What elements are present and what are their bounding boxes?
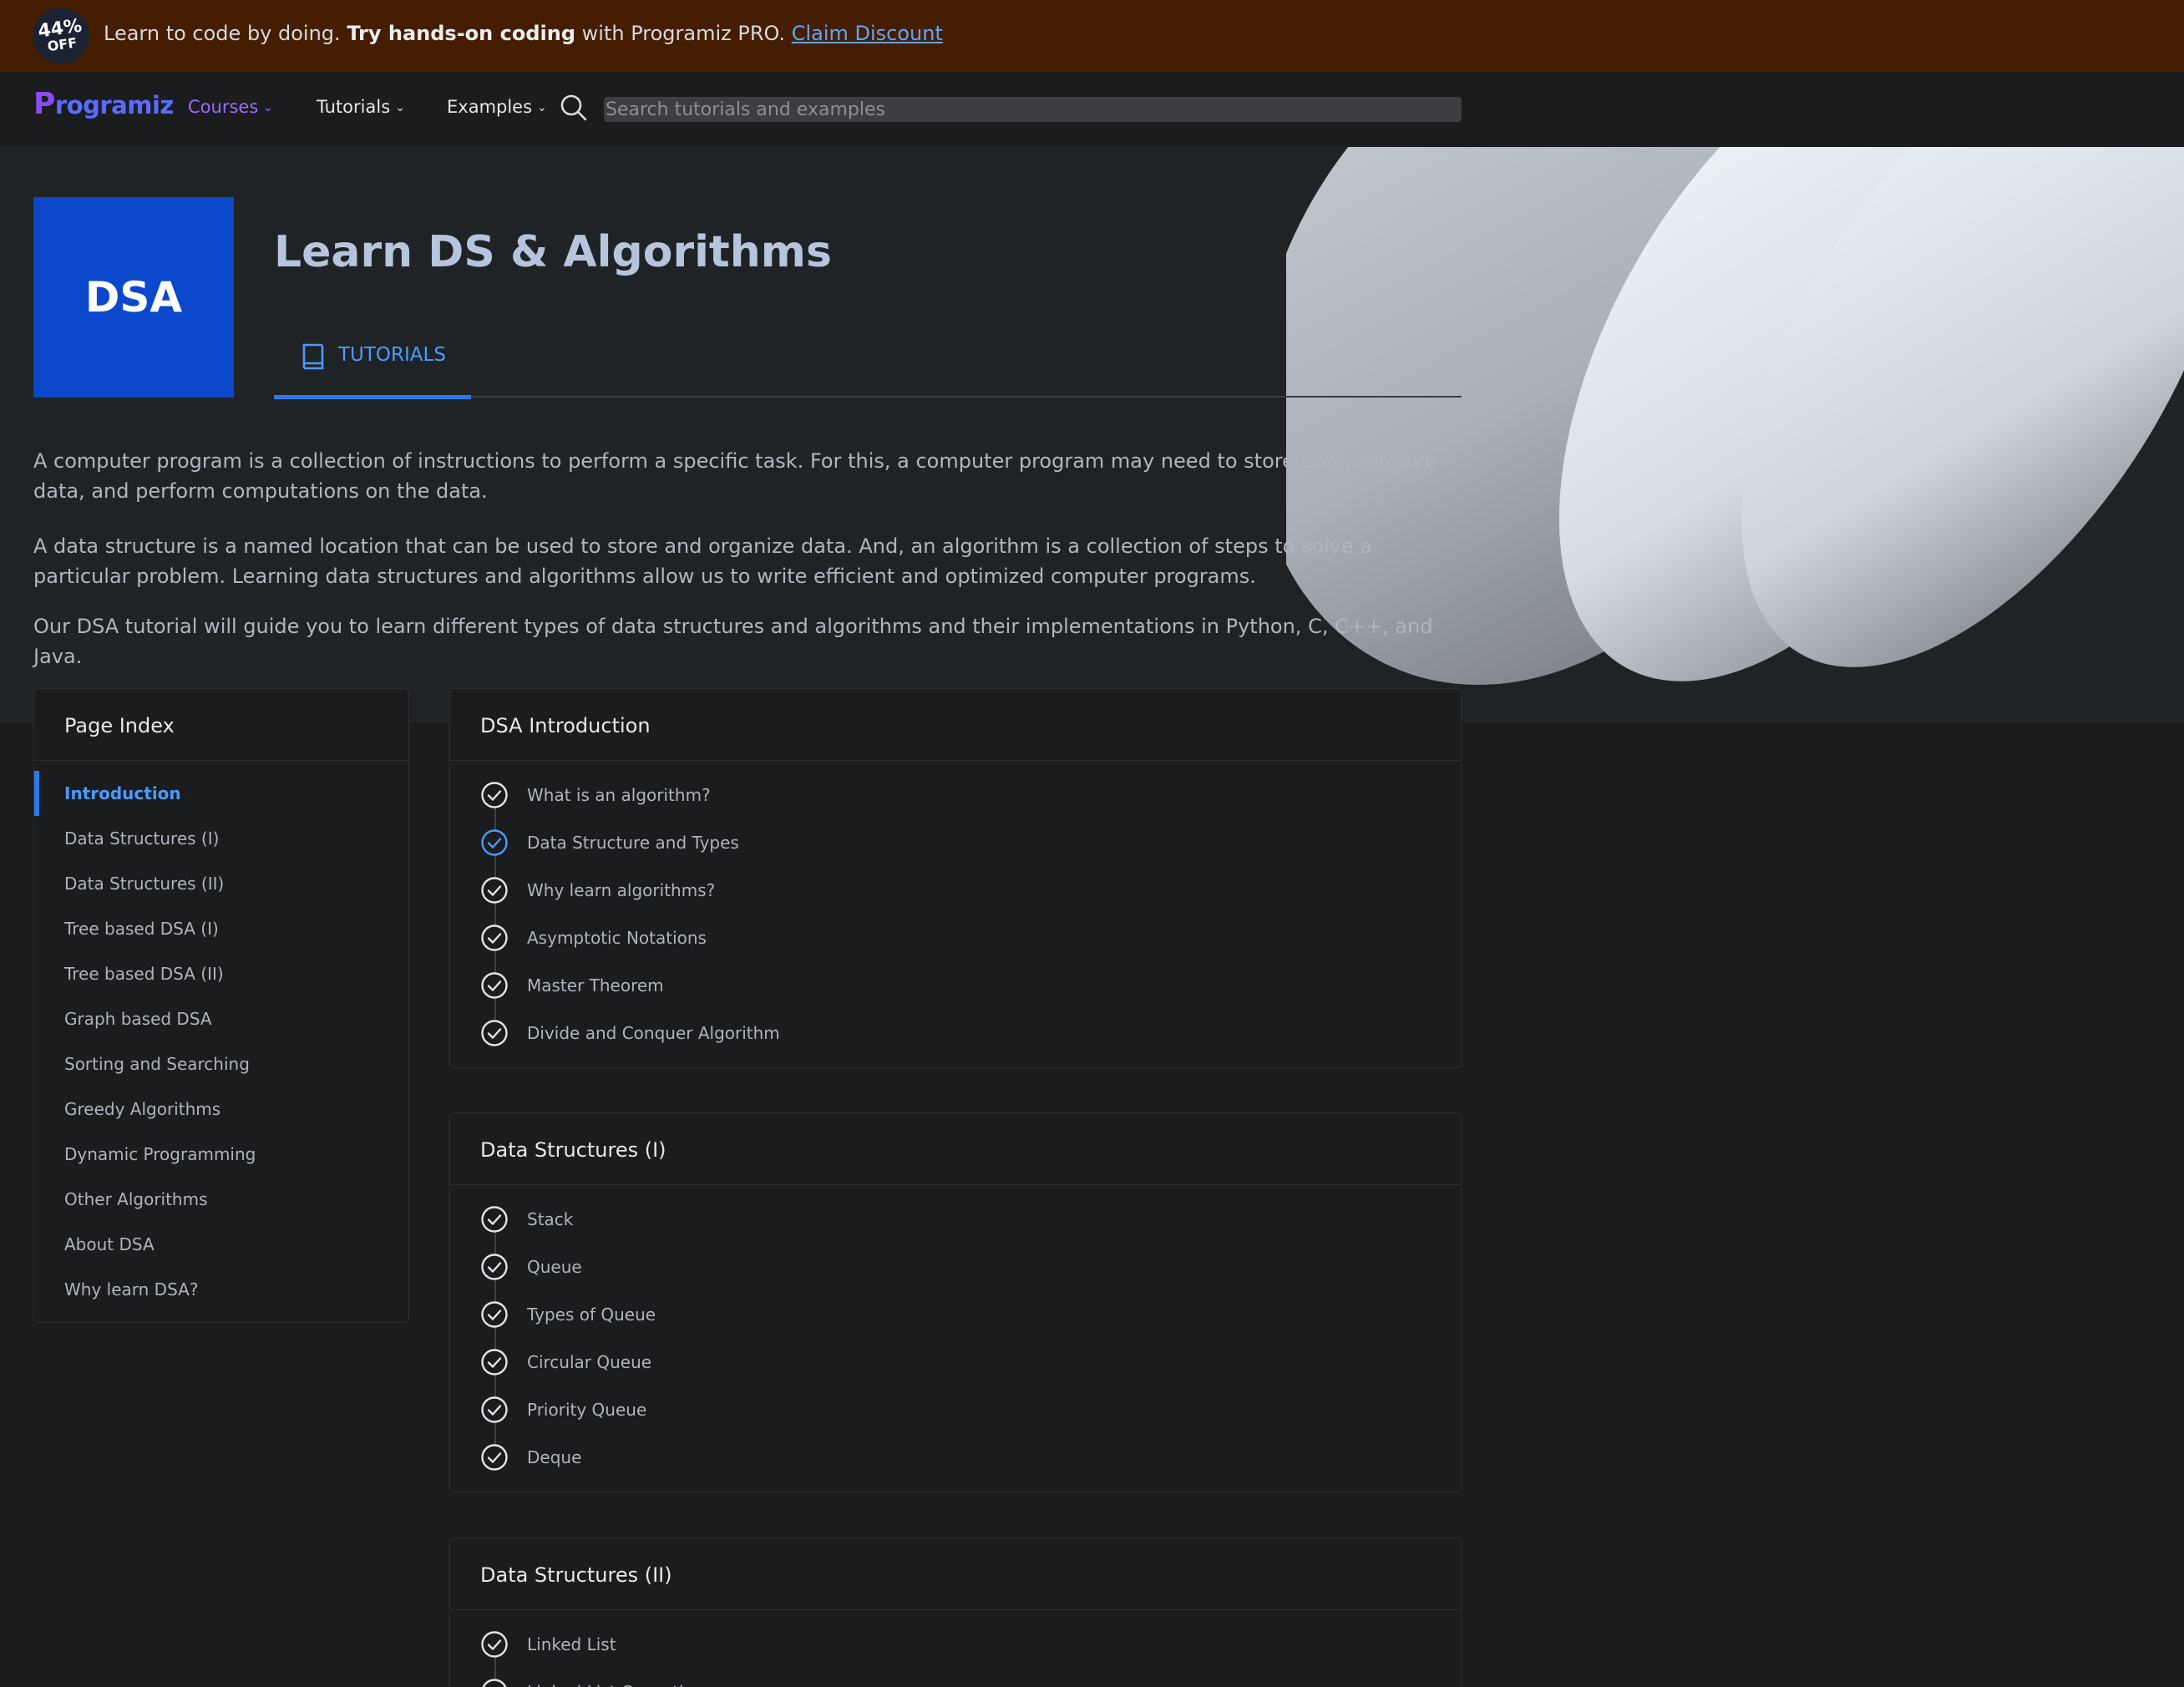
topic-link-types-of-queue[interactable]: Types of Queue — [450, 1290, 1461, 1338]
intro-paragraph-3: Our DSA tutorial will guide you to learn… — [33, 615, 1433, 668]
sidebar-item-dynamic-programming[interactable]: Dynamic Programming — [34, 1132, 408, 1177]
sidebar-item-greedy-algorithms[interactable]: Greedy Algorithms — [34, 1087, 408, 1132]
section-topic-list: Stack Queue Types of Queue Circular Queue Pr… — [450, 1185, 1461, 1481]
top-nav: Programiz Courses ⌄ Tutorials ⌄ Examples ⌄ — [0, 72, 2184, 147]
page-title: Learn DS & Algorithms — [274, 227, 832, 277]
page-index-list: Introduction Data Structures (I) Data Stru… — [34, 761, 408, 1312]
topic-link-why-learn-algorithms[interactable]: Why learn algorithms? — [450, 866, 1461, 914]
topic-label: Why learn algorithms? — [527, 879, 716, 900]
topic-label: Divide and Conquer Algorithm — [527, 1022, 780, 1043]
nav-courses-label: Courses — [188, 97, 259, 117]
promo-text-bold: Try hands-on coding — [347, 22, 575, 45]
promo-banner: 44% OFF Learn to code by doing. Try hand… — [0, 0, 2184, 72]
topic-link-deque[interactable]: Deque — [450, 1433, 1461, 1481]
topic-link-circular-queue[interactable]: Circular Queue — [450, 1338, 1461, 1386]
section-title: Data Structures (I) — [450, 1113, 1461, 1185]
sidebar-item-tree-based-dsa-i[interactable]: Tree based DSA (I) — [34, 906, 408, 951]
nav-courses[interactable]: Courses ⌄ — [188, 97, 273, 117]
logo-p: P — [33, 87, 55, 121]
check-circle-icon — [481, 971, 508, 999]
nav-examples[interactable]: Examples ⌄ — [447, 97, 547, 117]
topic-link-linked-list[interactable]: Linked List — [450, 1620, 1461, 1668]
page-index-sidebar: Page Index Introduction Data Structures (… — [33, 688, 409, 1323]
discount-badge-off: OFF — [46, 34, 79, 55]
sidebar-item-why-learn-dsa[interactable]: Why learn DSA? — [34, 1267, 408, 1312]
topic-label: Master Theorem — [527, 975, 664, 995]
search-icon[interactable] — [560, 94, 588, 122]
sidebar-item-graph-based-dsa[interactable]: Graph based DSA — [34, 996, 408, 1041]
topic-link-queue[interactable]: Queue — [450, 1243, 1461, 1290]
check-circle-icon — [481, 781, 508, 808]
topic-label: Queue — [527, 1256, 582, 1277]
check-circle-icon — [481, 1348, 508, 1375]
search-input[interactable] — [604, 97, 1462, 122]
chevron-down-icon: ⌄ — [537, 101, 547, 114]
topic-link-what-is-an-algorithm[interactable]: What is an algorithm? — [450, 771, 1461, 818]
topic-link-priority-queue[interactable]: Priority Queue — [450, 1386, 1461, 1433]
logo-text: rogramiz — [54, 91, 174, 119]
promo-text: Learn to code by doing. Try hands-on cod… — [104, 22, 943, 45]
nav-tutorials-label: Tutorials — [317, 97, 391, 117]
section-title: Data Structures (II) — [450, 1538, 1461, 1610]
topic-link-linked-list-operations[interactable]: Linked List Operations — [450, 1668, 1461, 1687]
check-circle-icon — [481, 828, 508, 856]
topic-label: Priority Queue — [527, 1399, 647, 1420]
topic-link-asymptotic-notations[interactable]: Asymptotic Notations — [450, 914, 1461, 961]
topic-link-data-structure-and-types[interactable]: Data Structure and Types — [450, 818, 1461, 866]
programiz-logo[interactable]: Programiz — [33, 87, 174, 121]
sidebar-item-about-dsa[interactable]: About DSA — [34, 1222, 408, 1267]
intro-paragraph-1: A computer program is a collection of in… — [33, 449, 1437, 503]
sidebar-item-sorting-and-searching[interactable]: Sorting and Searching — [34, 1041, 408, 1087]
nav-examples-label: Examples — [447, 97, 533, 117]
topic-label: What is an algorithm? — [527, 784, 711, 805]
dsa-tile-logo: DSA — [33, 197, 234, 398]
intro-paragraph-2: A data structure is a named location tha… — [33, 534, 1373, 588]
sidebar-item-introduction[interactable]: Introduction — [34, 771, 408, 816]
section-topic-list: What is an algorithm? Data Structure and … — [450, 761, 1461, 1056]
sidebar-item-data-structures-ii[interactable]: Data Structures (II) — [34, 861, 408, 906]
discount-badge: 44% OFF — [28, 3, 94, 68]
check-circle-icon — [481, 1396, 508, 1423]
tab-tutorials[interactable]: TUTORIALS — [274, 334, 471, 399]
topic-link-master-theorem[interactable]: Master Theorem — [450, 961, 1461, 1009]
section-card-data-structures-2: Data Structures (II) Linked ListLinked L… — [449, 1538, 1462, 1687]
check-circle-icon — [481, 1443, 508, 1471]
claim-discount-link[interactable]: Claim Discount — [792, 22, 943, 45]
section-card-dsa-introduction: DSA Introduction What is an algorithm? Da… — [449, 688, 1462, 1068]
nav-tutorials[interactable]: Tutorials ⌄ — [317, 97, 405, 117]
chevron-down-icon: ⌄ — [395, 101, 405, 114]
chevron-down-icon: ⌄ — [263, 101, 273, 114]
topic-label: Circular Queue — [527, 1351, 652, 1372]
check-circle-icon — [482, 1678, 507, 1687]
topic-label: Deque — [527, 1446, 582, 1467]
topic-label: Data Structure and Types — [527, 832, 739, 853]
sidebar-item-other-algorithms[interactable]: Other Algorithms — [34, 1177, 408, 1222]
check-circle-icon — [481, 1253, 508, 1280]
topic-label: Linked List — [527, 1634, 616, 1654]
check-circle-icon — [481, 924, 508, 951]
section-topic-list: Linked List Linked List Operations — [450, 1610, 1461, 1687]
section-card-data-structures-1: Data Structures (I) Stack Queue Types of Q… — [449, 1112, 1462, 1492]
check-circle-icon — [481, 876, 508, 904]
sidebar-item-data-structures-i[interactable]: Data Structures (I) — [34, 816, 408, 861]
page-index-title: Page Index — [34, 689, 408, 761]
topic-label: Types of Queue — [527, 1304, 656, 1325]
topic-link-stack[interactable]: Stack — [450, 1195, 1461, 1243]
check-circle-icon — [481, 1019, 508, 1046]
promo-text-start: Learn to code by doing. — [104, 22, 341, 45]
topic-label: Stack — [527, 1208, 574, 1229]
topic-label: Linked List Operations — [527, 1682, 713, 1687]
book-icon — [302, 343, 324, 370]
sidebar-item-tree-based-dsa-ii[interactable]: Tree based DSA (II) — [34, 951, 408, 996]
check-circle-icon — [481, 1630, 508, 1658]
section-title: DSA Introduction — [450, 689, 1461, 761]
promo-text-end: with Programiz PRO. — [581, 22, 786, 45]
tab-tutorials-label: TUTORIALS — [338, 344, 446, 366]
check-circle-icon — [481, 1205, 508, 1233]
topic-label: Asymptotic Notations — [527, 927, 707, 948]
topic-link-divide-and-conquer-algorithm[interactable]: Divide and Conquer Algorithm — [450, 1009, 1461, 1056]
check-circle-icon — [481, 1300, 508, 1328]
